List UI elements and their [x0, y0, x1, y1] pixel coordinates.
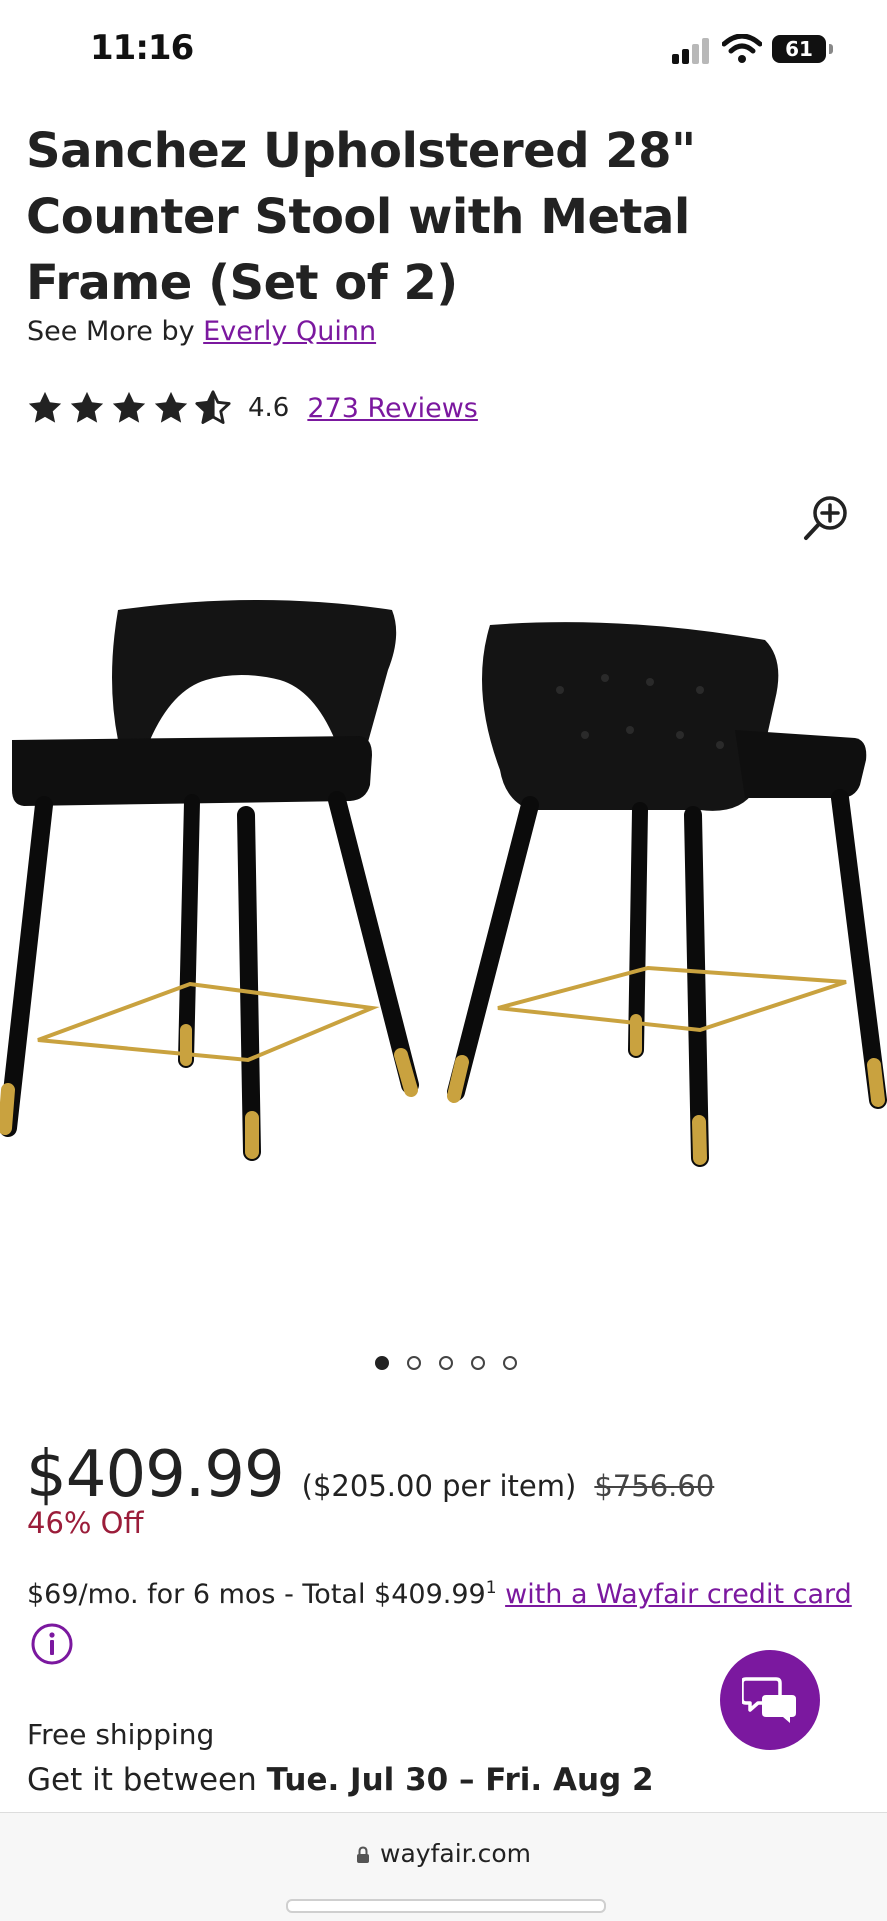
product-image[interactable]: [0, 530, 887, 1270]
gallery-dot[interactable]: [470, 1356, 485, 1370]
signal-icon: [672, 38, 712, 64]
browser-url-bar[interactable]: wayfair.com: [0, 1812, 887, 1921]
star-icon: [70, 391, 104, 423]
star-icon: [154, 391, 188, 423]
battery-icon: 61: [772, 35, 826, 63]
delivery-dates: Tue. Jul 30 – Fri. Aug 2: [266, 1762, 654, 1798]
per-item-price: ($205.00 per item): [301, 1469, 577, 1503]
battery-cap: [829, 44, 833, 54]
status-bar: 11:16 61: [0, 0, 887, 100]
product-gallery[interactable]: [0, 470, 887, 1290]
discount-label: 46% Off: [27, 1506, 144, 1540]
gallery-pagination[interactable]: [0, 1356, 887, 1376]
wifi-icon: [722, 34, 762, 63]
star-icon: [112, 391, 146, 423]
chat-icon: [742, 1677, 796, 1723]
rating-stars: [26, 389, 232, 427]
status-time: 11:16: [90, 28, 194, 68]
see-more-prefix: See More by: [27, 316, 195, 347]
sale-price: $409.99: [26, 1438, 285, 1512]
stool-front: [0, 600, 419, 1161]
rating-row[interactable]: 4.6 273 Reviews: [26, 388, 478, 428]
financing-offer: $69/mo. for 6 mos - Total $409.991 with …: [27, 1578, 877, 1610]
delivery-prefix: Get it between: [27, 1762, 257, 1798]
url-text: wayfair.com: [380, 1839, 531, 1868]
brand-line: See More by Everly Quinn: [27, 316, 376, 347]
chat-button[interactable]: [720, 1650, 820, 1750]
original-price: $756.60: [594, 1469, 715, 1503]
financing-text: $69/mo. for 6 mos - Total $409.99: [27, 1579, 486, 1610]
home-indicator[interactable]: [286, 1899, 606, 1913]
stool-back: [447, 622, 887, 1167]
gallery-dot[interactable]: [374, 1356, 389, 1370]
brand-link[interactable]: Everly Quinn: [203, 316, 376, 347]
product-title: Sanchez Upholstered 28" Counter Stool wi…: [26, 123, 696, 311]
info-icon[interactable]: [30, 1622, 74, 1666]
gallery-dot[interactable]: [406, 1356, 421, 1370]
lock-icon: [357, 1846, 370, 1863]
reviews-link[interactable]: 273 Reviews: [307, 393, 478, 424]
shipping-label: Free shipping: [27, 1718, 215, 1751]
gallery-dot[interactable]: [438, 1356, 453, 1370]
url-display[interactable]: wayfair.com: [0, 1839, 887, 1868]
battery-level: 61: [785, 37, 813, 61]
star-icon: [28, 391, 62, 423]
half-star-icon: [195, 390, 231, 424]
credit-card-link[interactable]: with a Wayfair credit card: [505, 1579, 852, 1610]
gallery-dot[interactable]: [502, 1356, 517, 1370]
price-row: $409.99 ($205.00 per item) $756.60: [26, 1438, 714, 1512]
rating-value: 4.6: [248, 393, 290, 423]
delivery-estimate: Get it between Tue. Jul 30 – Fri. Aug 2: [27, 1762, 654, 1798]
financing-footnote: 1: [485, 1578, 497, 1598]
